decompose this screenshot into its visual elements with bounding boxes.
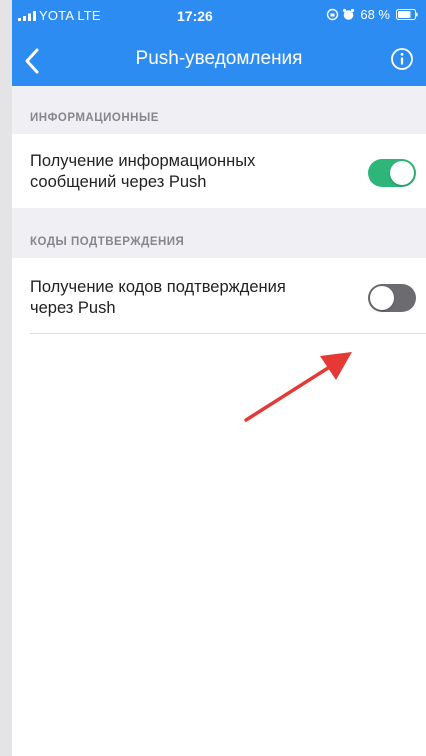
row-label: Получение информационных сообщений через… bbox=[30, 152, 256, 191]
page-title: Push-уведомления bbox=[135, 48, 303, 69]
info-icon[interactable] bbox=[390, 47, 414, 71]
status-bar: YOTA LTE 17:26 68 % bbox=[12, 0, 426, 36]
section-header-confirmation-codes: КОДЫ ПОДТВЕРЖДЕНИЯ bbox=[12, 208, 426, 258]
codes-push-toggle[interactable] bbox=[368, 284, 416, 312]
row-divider bbox=[30, 333, 426, 334]
toggle-knob bbox=[370, 286, 394, 310]
battery-percent: 68 % bbox=[360, 7, 390, 22]
navigation-bar: Push-уведомления bbox=[12, 40, 426, 84]
phone-screen: YOTA LTE 17:26 68 % Push-уведомления ИНФ… bbox=[12, 0, 426, 756]
toggle-knob bbox=[390, 161, 414, 185]
info-push-toggle[interactable] bbox=[368, 159, 416, 187]
signal-icon bbox=[18, 11, 36, 21]
battery-icon bbox=[396, 9, 418, 20]
alarm-icon bbox=[343, 8, 355, 20]
annotation-arrow-icon bbox=[244, 352, 352, 422]
rotation-lock-icon bbox=[327, 8, 339, 21]
status-indicators: 68 % bbox=[326, 7, 418, 22]
app-header: YOTA LTE 17:26 68 % Push-уведомления bbox=[12, 0, 426, 86]
section-header-informational: ИНФОРМАЦИОННЫЕ bbox=[12, 86, 426, 134]
row-info-push: Получение информационных сообщений через… bbox=[12, 134, 426, 208]
status-time: 17:26 bbox=[177, 8, 213, 24]
row-label: Получение кодов подтверждения через Push bbox=[30, 278, 286, 317]
carrier-label: YOTA LTE bbox=[39, 8, 101, 23]
row-codes-push: Получение кодов подтверждения через Push bbox=[12, 258, 426, 334]
